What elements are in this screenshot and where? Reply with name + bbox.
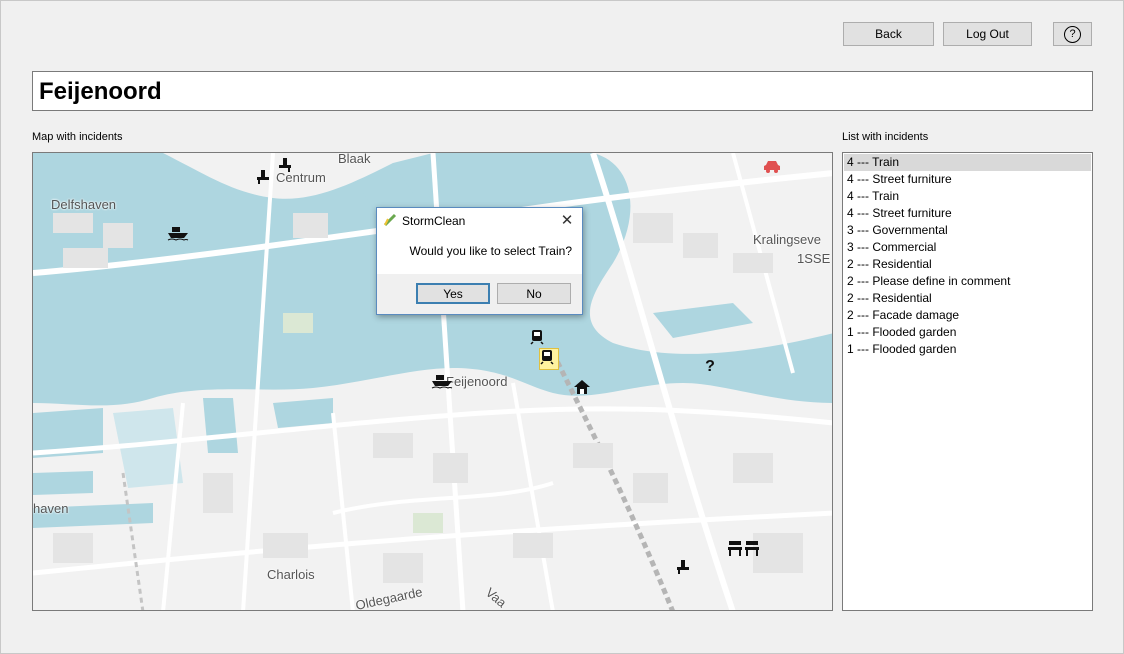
map-label-kralingseveer: Kralingseve xyxy=(753,232,821,247)
list-item[interactable]: 3 --- Commercial xyxy=(844,239,1091,256)
list-item[interactable]: 2 --- Please define in comment xyxy=(844,273,1091,290)
question-icon[interactable]: ? xyxy=(699,357,721,377)
bench-icon[interactable] xyxy=(255,169,277,189)
bench-icon[interactable] xyxy=(277,157,299,177)
confirm-dialog: StormClean ✕ Would you like to select Tr… xyxy=(376,207,583,315)
map-label-delfshaven: Delfshaven xyxy=(51,197,117,212)
map-section-label: Map with incidents xyxy=(32,131,123,143)
car-icon[interactable] xyxy=(763,159,785,179)
list-item[interactable]: 4 --- Train xyxy=(844,154,1091,171)
map-label-1sse: 1SSE xyxy=(797,251,831,266)
list-section-label: List with incidents xyxy=(842,131,929,143)
house-icon[interactable] xyxy=(573,379,595,399)
boat-icon[interactable] xyxy=(431,373,453,393)
bench-icon[interactable] xyxy=(727,539,763,559)
list-item[interactable]: 2 --- Residential xyxy=(844,256,1091,273)
list-item[interactable]: 1 --- Flooded garden xyxy=(844,341,1091,358)
train-icon[interactable] xyxy=(539,348,559,370)
map-label-haven: haven xyxy=(33,501,69,516)
list-item[interactable]: 1 --- Flooded garden xyxy=(844,324,1091,341)
map-label-blaak: Blaak xyxy=(338,152,371,166)
list-item[interactable]: 3 --- Governmental xyxy=(844,222,1091,239)
map-label-charlois: Charlois xyxy=(267,567,315,582)
dialog-footer: Yes No xyxy=(377,274,582,314)
yes-button[interactable]: Yes xyxy=(416,283,490,304)
dialog-message: Would you like to select Train? xyxy=(409,244,572,258)
list-item[interactable]: 4 --- Street furniture xyxy=(844,205,1091,222)
logout-button[interactable]: Log Out xyxy=(943,22,1032,46)
list-item[interactable]: 2 --- Residential xyxy=(844,290,1091,307)
no-button[interactable]: No xyxy=(497,283,571,304)
list-item[interactable]: 4 --- Train xyxy=(844,188,1091,205)
list-item[interactable]: 4 --- Street furniture xyxy=(844,171,1091,188)
incident-list[interactable]: 4 --- Train 4 --- Street furniture 4 ---… xyxy=(842,152,1093,611)
back-button[interactable]: Back xyxy=(843,22,934,46)
boat-icon[interactable] xyxy=(167,225,189,245)
dialog-title: StormClean xyxy=(402,214,466,228)
bench-icon[interactable] xyxy=(675,559,697,579)
dialog-titlebar: StormClean xyxy=(383,212,465,230)
close-icon[interactable]: ✕ xyxy=(558,211,576,229)
help-button[interactable]: ? xyxy=(1053,22,1092,46)
app-logo-icon xyxy=(383,213,397,230)
list-item[interactable]: 2 --- Facade damage xyxy=(844,307,1091,324)
train-icon[interactable] xyxy=(530,329,552,349)
map-label-feijenoord: Feijenoord xyxy=(446,374,508,389)
help-icon: ? xyxy=(1064,25,1081,43)
area-title-field[interactable]: Feijenoord xyxy=(32,71,1093,111)
